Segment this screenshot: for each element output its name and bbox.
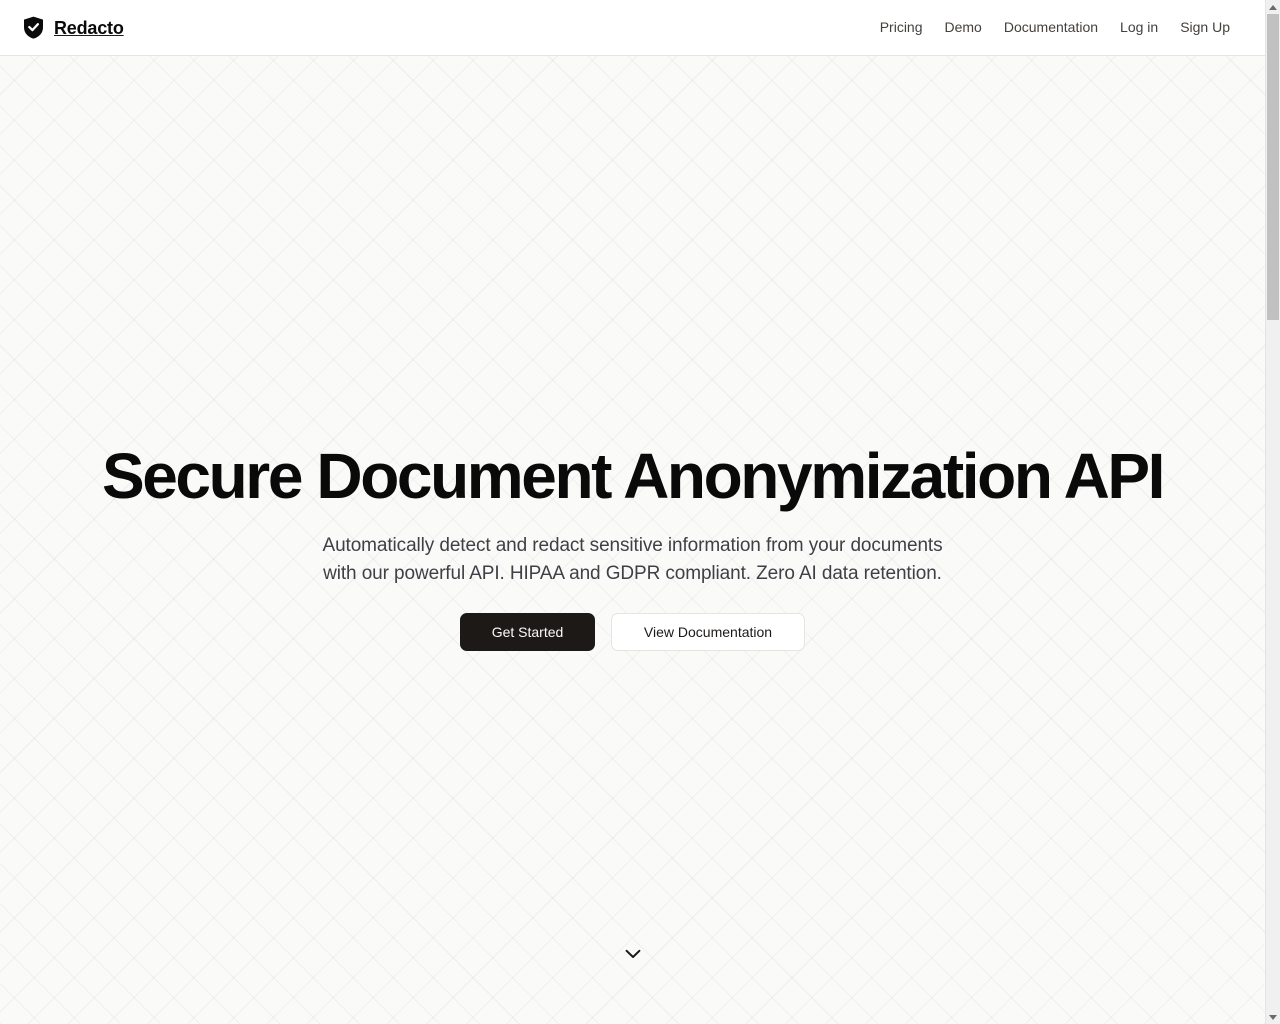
vertical-scrollbar[interactable] <box>1265 0 1280 1024</box>
hero-subtitle-line-1: Automatically detect and redact sensitiv… <box>322 535 943 556</box>
main-nav: Pricing Demo Documentation Log in Sign U… <box>869 13 1242 42</box>
shield-check-icon <box>23 16 44 39</box>
scroll-up-arrow-icon[interactable] <box>1266 0 1280 14</box>
hero-section: Secure Document Anonymization API Automa… <box>0 56 1265 1024</box>
hero-actions: Get Started View Documentation <box>0 613 1265 651</box>
browser-page: Redacto Pricing Demo Documentation Log i… <box>0 0 1280 1024</box>
hero-subtitle-line-2: with our powerful API. HIPAA and GDPR co… <box>323 563 942 584</box>
brand-logo-link[interactable]: Redacto <box>23 16 124 39</box>
nav-link-log-in[interactable]: Log in <box>1109 13 1169 42</box>
scroll-down-cue[interactable] <box>0 949 1265 959</box>
scroll-down-arrow-icon[interactable] <box>1266 1010 1280 1024</box>
page-title: Secure Document Anonymization API <box>101 440 1166 512</box>
get-started-button[interactable]: Get Started <box>460 613 595 651</box>
page-viewport: Redacto Pricing Demo Documentation Log i… <box>0 0 1265 1024</box>
nav-link-pricing[interactable]: Pricing <box>869 13 934 42</box>
site-header: Redacto Pricing Demo Documentation Log i… <box>0 0 1265 56</box>
hero-subtitle: Automatically detect and redact sensitiv… <box>293 532 973 588</box>
hero-content: Secure Document Anonymization API Automa… <box>0 56 1265 651</box>
nav-link-demo[interactable]: Demo <box>934 13 993 42</box>
nav-link-sign-up[interactable]: Sign Up <box>1169 13 1242 42</box>
chevron-down-icon <box>625 949 641 959</box>
view-documentation-button[interactable]: View Documentation <box>611 613 805 651</box>
scrollbar-thumb[interactable] <box>1267 14 1279 320</box>
nav-link-documentation[interactable]: Documentation <box>993 13 1109 42</box>
brand-name: Redacto <box>54 17 124 38</box>
